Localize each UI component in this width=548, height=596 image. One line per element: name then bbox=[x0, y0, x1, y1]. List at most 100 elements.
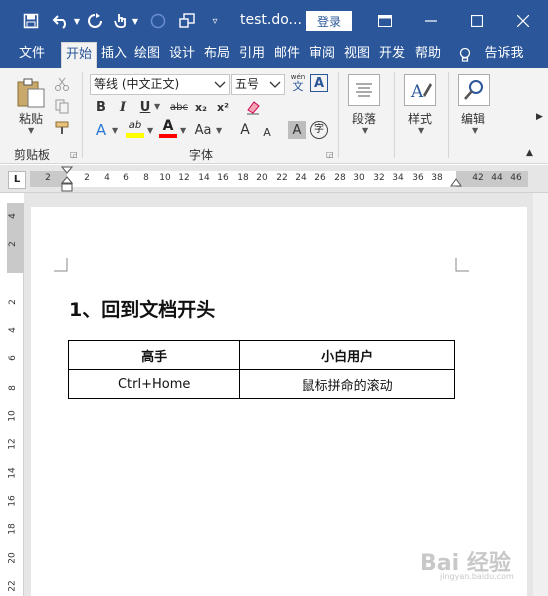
clear-formatting-icon[interactable] bbox=[244, 98, 262, 116]
paragraph-button[interactable] bbox=[348, 74, 380, 106]
table-cell[interactable]: 鼠标拼命的滚动 bbox=[239, 369, 455, 399]
tab-mailings[interactable]: 邮件 bbox=[272, 42, 302, 68]
maximize-icon[interactable] bbox=[466, 10, 488, 32]
font-size-combo[interactable]: 五号 bbox=[231, 74, 285, 95]
ribbon-home: 粘贴 ▼ 剪贴板 ◲ 等线 (中文正文) 五号 wén 文 A B I U ▼ … bbox=[0, 68, 548, 164]
table-cell[interactable]: Ctrl+Home bbox=[67, 369, 241, 399]
ruler-number: 44 bbox=[491, 173, 503, 183]
vertical-scrollbar[interactable] bbox=[533, 193, 548, 596]
font-launcher-icon[interactable]: ◲ bbox=[326, 150, 334, 159]
underline-dropdown-icon[interactable]: ▼ bbox=[154, 102, 160, 111]
font-group-label: 字体 bbox=[189, 148, 214, 162]
circle-icon[interactable] bbox=[148, 10, 168, 32]
character-shading-button[interactable]: A bbox=[288, 121, 306, 139]
clipboard-launcher-icon[interactable]: ◲ bbox=[70, 150, 78, 159]
login-button[interactable]: 登录 bbox=[306, 11, 352, 31]
ruler-number: 4 bbox=[104, 173, 110, 183]
tab-home[interactable]: 开始 bbox=[61, 42, 97, 68]
paste-icon[interactable] bbox=[14, 76, 48, 110]
change-case-button[interactable]: Aa bbox=[192, 121, 214, 139]
format-painter-icon[interactable] bbox=[54, 120, 72, 136]
undo-dropdown-icon[interactable]: ▼ bbox=[72, 10, 82, 32]
touch-mode-icon[interactable] bbox=[110, 10, 132, 32]
tab-developer[interactable]: 开发 bbox=[377, 42, 407, 68]
editing-button[interactable] bbox=[458, 74, 490, 106]
text-effects-dropdown-icon[interactable]: ▼ bbox=[112, 126, 118, 135]
editing-label[interactable]: 编辑 bbox=[461, 110, 485, 127]
tab-view[interactable]: 视图 bbox=[342, 42, 372, 68]
ruler-number: 20 bbox=[7, 552, 18, 564]
copy-icon[interactable] bbox=[54, 98, 70, 114]
paragraph-dropdown-icon[interactable]: ▼ bbox=[362, 126, 368, 135]
enclose-characters-button[interactable]: 字 bbox=[310, 121, 328, 139]
collapse-ribbon-icon[interactable]: ▲ bbox=[526, 148, 533, 158]
ruler-number: 4 bbox=[7, 213, 18, 219]
search-icon bbox=[464, 80, 483, 100]
styles-label[interactable]: 样式 bbox=[408, 110, 432, 127]
ruler-number: 12 bbox=[7, 438, 18, 450]
strikethrough-button[interactable]: abc bbox=[168, 98, 190, 116]
tab-layout[interactable]: 布局 bbox=[202, 42, 232, 68]
close-icon[interactable] bbox=[512, 10, 534, 32]
tab-draw[interactable]: 绘图 bbox=[132, 42, 162, 68]
text-effects-button[interactable]: A bbox=[92, 121, 110, 139]
tab-design[interactable]: 设计 bbox=[167, 42, 197, 68]
vertical-ruler[interactable]: 4 2 2 4 6 8 10 12 14 16 18 20 22 bbox=[7, 203, 24, 596]
scroll-ribbon-right-icon[interactable]: ▶ bbox=[536, 112, 543, 122]
character-border-button[interactable]: A bbox=[310, 74, 328, 92]
grow-font-button[interactable]: A bbox=[236, 121, 254, 139]
redo-icon[interactable] bbox=[84, 10, 106, 32]
window-switch-icon[interactable] bbox=[176, 10, 198, 32]
table-cell[interactable]: 小白用户 bbox=[239, 340, 455, 370]
minimize-icon[interactable] bbox=[420, 10, 442, 32]
undo-icon[interactable] bbox=[50, 10, 72, 32]
editing-dropdown-icon[interactable]: ▼ bbox=[472, 126, 478, 135]
touch-dropdown-icon[interactable]: ▼ bbox=[130, 10, 140, 32]
ribbon-display-icon[interactable] bbox=[374, 10, 396, 32]
subscript-button[interactable]: x₂ bbox=[192, 98, 210, 116]
underline-button[interactable]: U bbox=[136, 98, 154, 116]
tab-selector[interactable]: L bbox=[8, 171, 26, 189]
comparison-table[interactable]: 高手 小白用户 Ctrl+Home 鼠标拼命的滚动 bbox=[67, 340, 455, 399]
styles-button[interactable]: A bbox=[404, 74, 436, 106]
document-heading[interactable]: 1、回到文档开头 bbox=[69, 295, 215, 322]
superscript-button[interactable]: x² bbox=[214, 98, 232, 116]
font-name-combo[interactable]: 等线 (中文正文) bbox=[90, 74, 230, 95]
paste-button-label[interactable]: 粘贴 bbox=[19, 110, 43, 127]
font-color-swatch bbox=[159, 134, 177, 138]
save-icon[interactable] bbox=[20, 10, 42, 32]
italic-button[interactable]: I bbox=[114, 98, 132, 116]
ruler-number: 14 bbox=[7, 467, 18, 479]
highlight-button[interactable]: ab bbox=[125, 119, 145, 141]
align-lines-icon bbox=[356, 83, 372, 97]
ruler-number: 46 bbox=[510, 173, 522, 183]
font-color-dropdown-icon[interactable]: ▼ bbox=[180, 126, 186, 135]
shrink-font-button[interactable]: A bbox=[258, 123, 276, 141]
change-case-dropdown-icon[interactable]: ▼ bbox=[216, 126, 222, 135]
cut-icon[interactable] bbox=[54, 76, 70, 92]
ruler-number: 2 bbox=[7, 241, 18, 247]
tab-references[interactable]: 引用 bbox=[237, 42, 267, 68]
indent-markers[interactable] bbox=[60, 166, 74, 193]
paste-dropdown-icon[interactable]: ▼ bbox=[28, 126, 34, 135]
lightbulb-icon[interactable] bbox=[455, 42, 475, 68]
tab-file[interactable]: 文件 bbox=[12, 42, 52, 68]
tab-tell-me[interactable]: 告诉我 bbox=[480, 42, 528, 68]
ruler-number: 2 bbox=[84, 173, 90, 183]
bold-button[interactable]: B bbox=[92, 98, 110, 116]
table-cell[interactable]: 高手 bbox=[67, 340, 241, 370]
font-color-button[interactable]: A bbox=[158, 119, 178, 141]
phonetic-guide-button[interactable]: wén 文 bbox=[289, 73, 307, 95]
group-separator bbox=[448, 72, 449, 158]
paragraph-label[interactable]: 段落 bbox=[352, 110, 376, 127]
tab-insert[interactable]: 插入 bbox=[99, 42, 129, 68]
document-page[interactable]: 1、回到文档开头 高手 小白用户 Ctrl+Home 鼠标拼命的滚动 bbox=[31, 207, 527, 596]
chevron-down-icon bbox=[268, 75, 282, 99]
highlight-dropdown-icon[interactable]: ▼ bbox=[147, 126, 153, 135]
right-indent-marker[interactable] bbox=[450, 177, 462, 189]
customize-qat-icon[interactable]: ▿ bbox=[206, 10, 224, 32]
tab-review[interactable]: 审阅 bbox=[307, 42, 337, 68]
ruler-number: 30 bbox=[353, 173, 365, 183]
tab-help[interactable]: 帮助 bbox=[413, 42, 443, 68]
styles-dropdown-icon[interactable]: ▼ bbox=[418, 126, 424, 135]
